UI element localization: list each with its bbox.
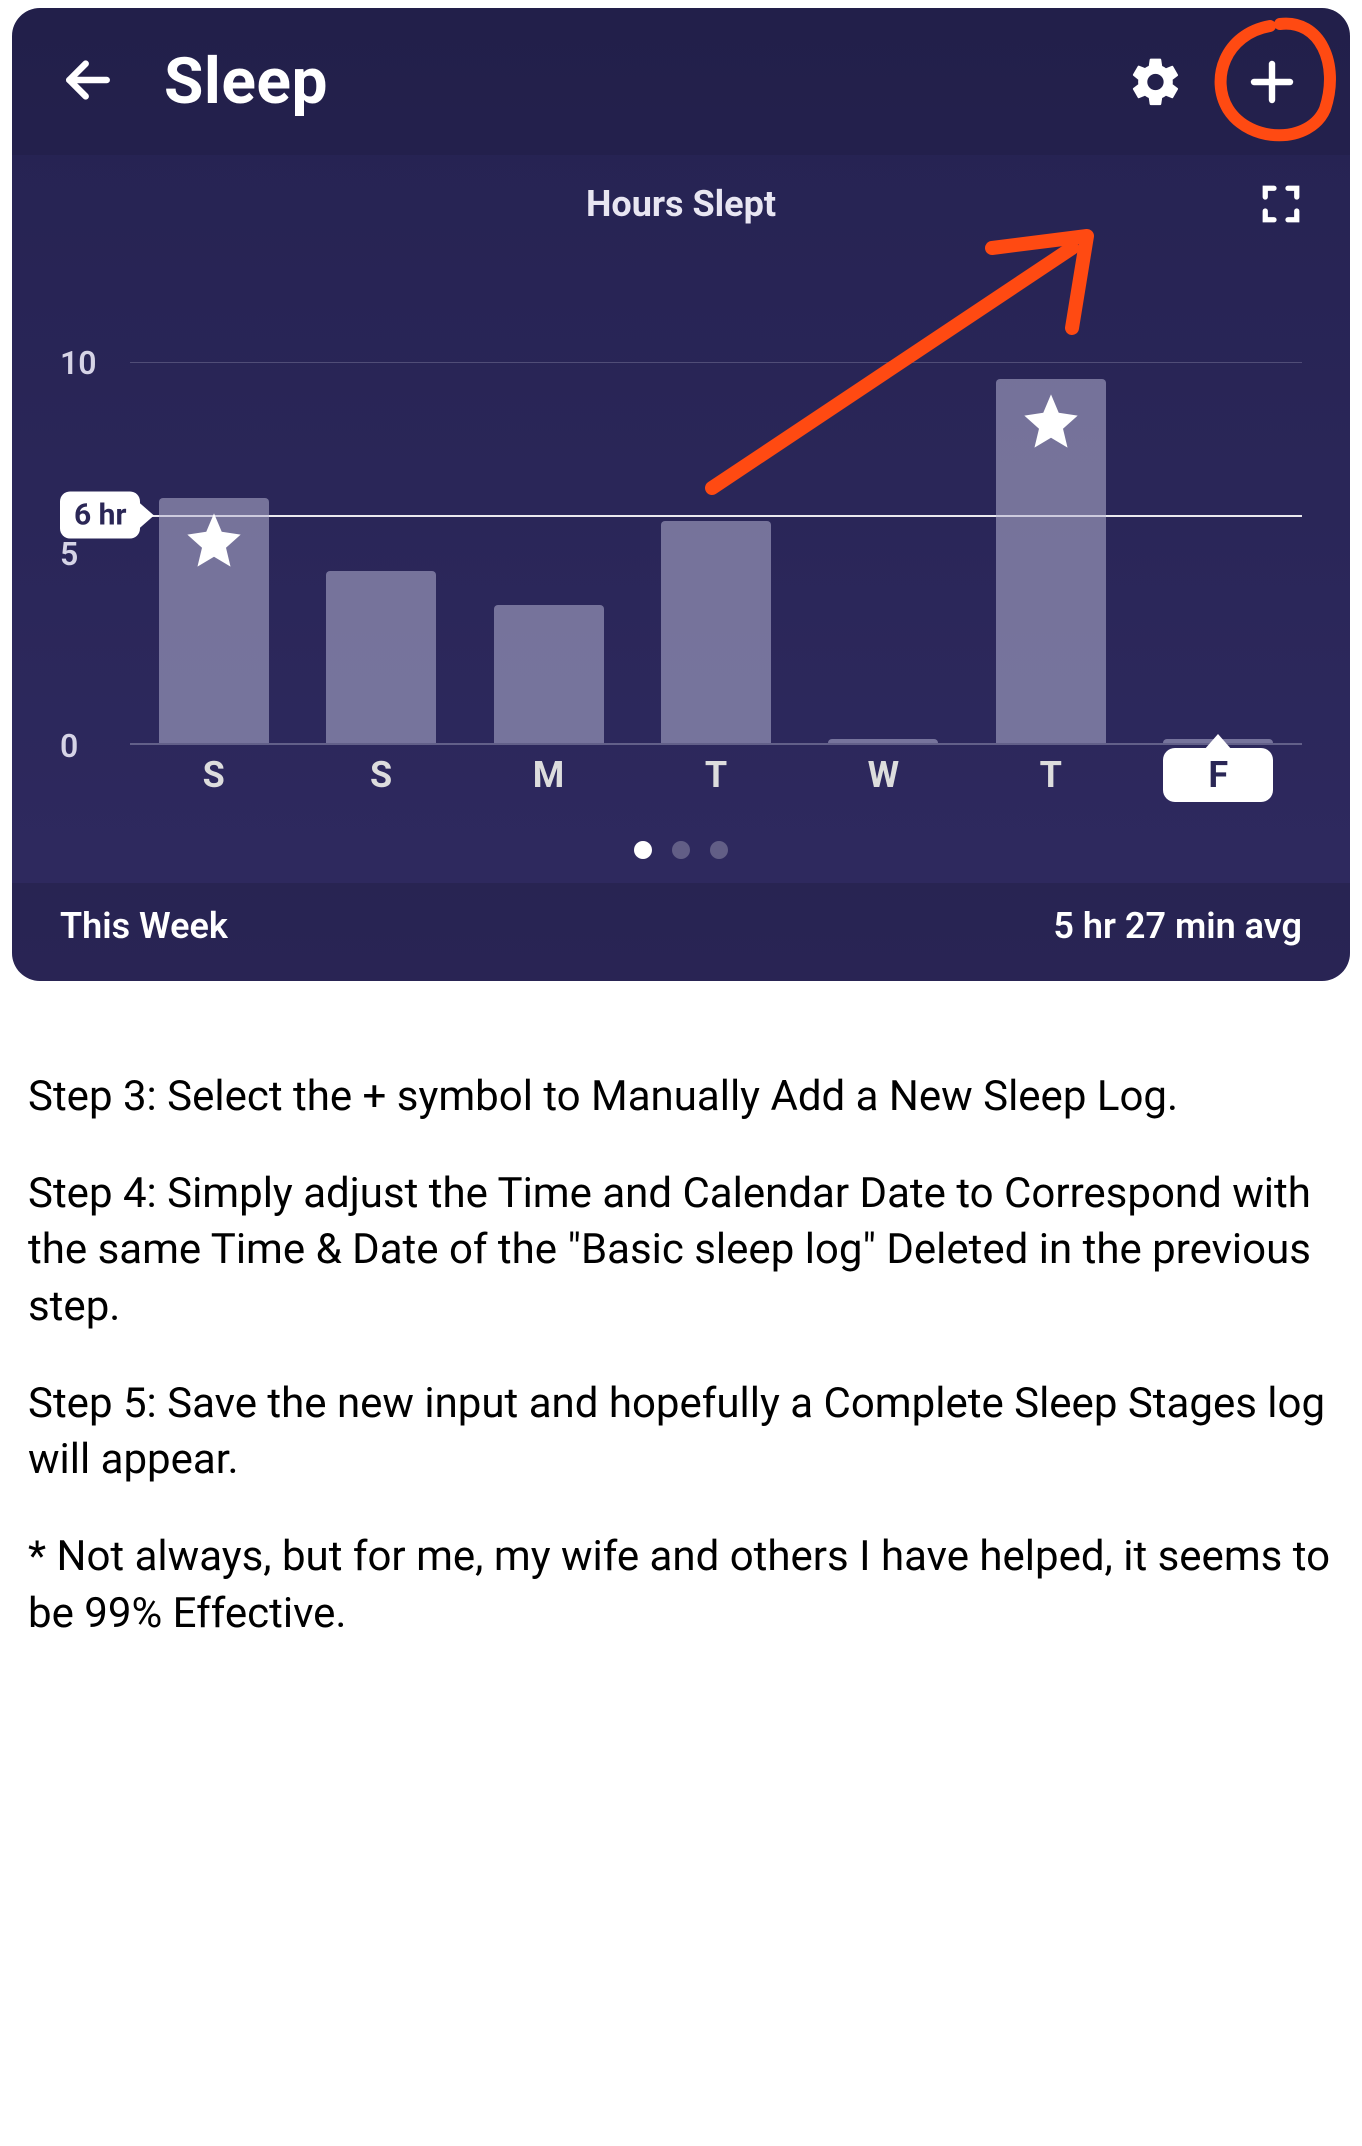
- pager-dot-0[interactable]: [634, 841, 652, 859]
- bars-container: [130, 285, 1302, 745]
- x-label-3[interactable]: T: [661, 754, 771, 796]
- app-header: Sleep: [12, 8, 1350, 155]
- footer-average: 5 hr 27 min avg: [1053, 905, 1302, 947]
- instructions-text: Step 3: Select the + symbol to Manually …: [0, 989, 1362, 1723]
- bar-1[interactable]: [326, 571, 436, 744]
- x-label-6[interactable]: F: [1163, 748, 1273, 802]
- chart-pager[interactable]: [12, 805, 1350, 883]
- bar-0[interactable]: [159, 498, 269, 743]
- x-axis: SSMTWTF: [130, 745, 1302, 805]
- x-label-0[interactable]: S: [159, 754, 269, 796]
- bar-2[interactable]: [494, 605, 604, 743]
- x-label-5[interactable]: T: [996, 754, 1106, 796]
- step-4: Step 4: Simply adjust the Time and Calen…: [28, 1166, 1334, 1336]
- chart-title: Hours Slept: [60, 183, 1302, 225]
- chart-footer: This Week 5 hr 27 min avg: [12, 883, 1350, 981]
- star-icon: [1019, 389, 1083, 457]
- y-tick-5: 5: [60, 535, 78, 573]
- pager-dot-2[interactable]: [710, 841, 728, 859]
- step-5: Step 5: Save the new input and hopefully…: [28, 1376, 1334, 1489]
- gear-icon[interactable]: [1126, 52, 1186, 112]
- note: * Not always, but for me, my wife and ot…: [28, 1529, 1334, 1642]
- sleep-card: Sleep Hours Slept 10 5 0 6 hr S S M T W T F Th…: [12, 8, 1350, 981]
- star-icon: [182, 508, 246, 576]
- plus-icon[interactable]: [1242, 52, 1302, 112]
- y-tick-10: 10: [60, 344, 97, 382]
- page-title: Sleep: [164, 44, 1078, 119]
- bar-5[interactable]: [996, 379, 1106, 743]
- x-label-1[interactable]: S: [326, 754, 436, 796]
- x-label-4[interactable]: W: [828, 754, 938, 796]
- back-icon[interactable]: [60, 52, 116, 112]
- sleep-chart[interactable]: 10 5 0 6 hr S S M T W T F: [60, 285, 1302, 805]
- average-badge: 6 hr: [60, 492, 140, 539]
- y-tick-0: 0: [60, 727, 78, 765]
- expand-icon[interactable]: [1260, 183, 1302, 229]
- footer-period: This Week: [60, 905, 228, 947]
- bar-3[interactable]: [661, 521, 771, 743]
- x-label-2[interactable]: M: [494, 754, 604, 796]
- bar-4[interactable]: [828, 739, 938, 743]
- pager-dot-1[interactable]: [672, 841, 690, 859]
- step-3: Step 3: Select the + symbol to Manually …: [28, 1069, 1334, 1126]
